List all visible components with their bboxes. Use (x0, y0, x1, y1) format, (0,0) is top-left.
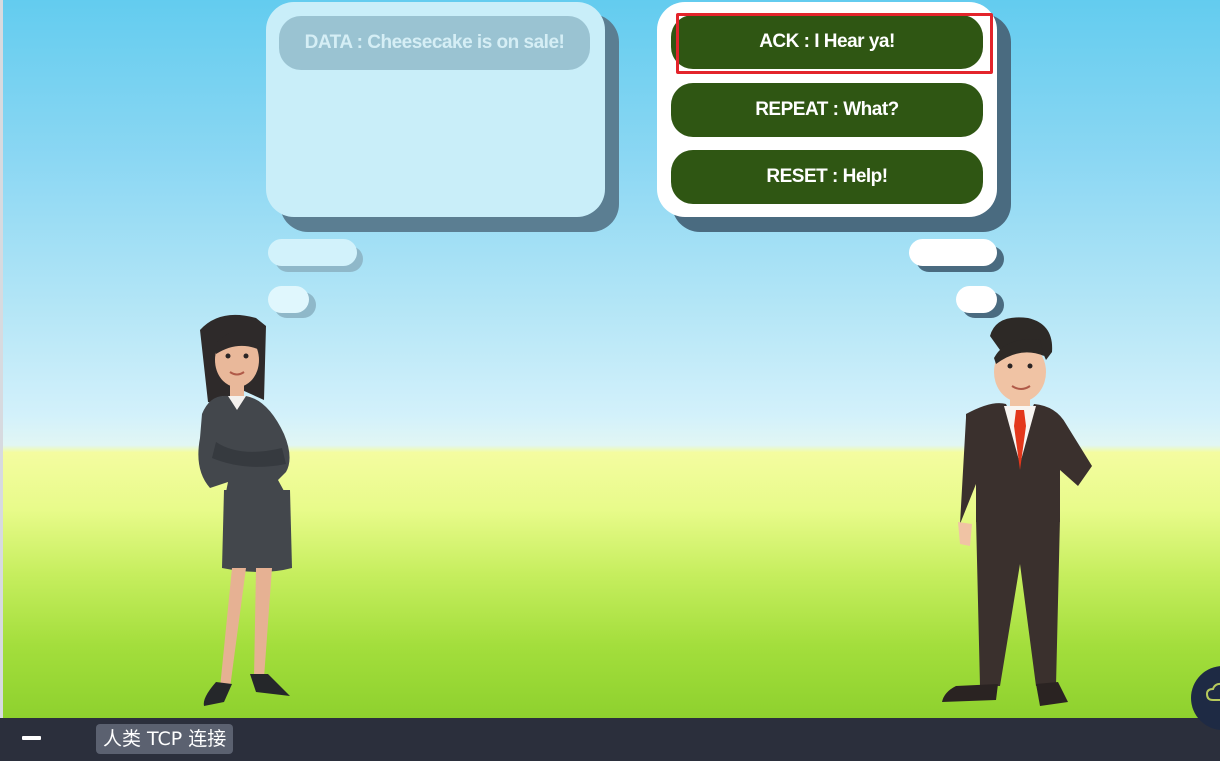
man-character (942, 317, 1092, 706)
data-message-pill: DATA : Cheesecake is on sale! (279, 16, 590, 70)
thought-cloud (268, 286, 309, 313)
thought-cloud (956, 286, 997, 313)
thought-cloud (268, 239, 357, 266)
minimize-icon[interactable] (22, 736, 41, 740)
reset-button[interactable]: RESET : Help! (671, 150, 983, 204)
repeat-button[interactable]: REPEAT : What? (671, 83, 983, 137)
ack-button[interactable]: ACK : I Hear ya! (671, 15, 983, 69)
window-edge (0, 0, 3, 718)
thought-cloud (909, 239, 997, 266)
taskbar-app-label[interactable]: 人类 TCP 连接 (96, 724, 234, 754)
cloud-icon (1205, 682, 1220, 701)
woman-character (198, 314, 292, 706)
